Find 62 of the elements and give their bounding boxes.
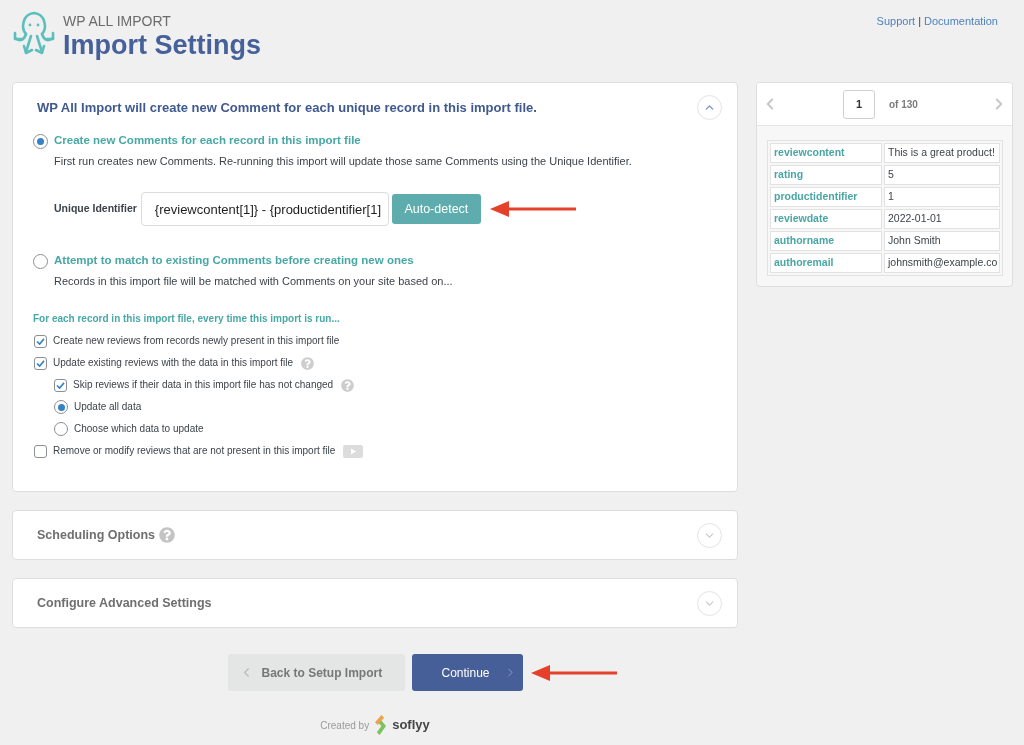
table-cell: productidentifier [770, 187, 882, 207]
video-icon[interactable] [343, 444, 364, 458]
option-description: First run creates new Comments. Re-running this import will update those same Comments using the Unique Identifier. [54, 154, 632, 169]
unique-identifier-field[interactable]: {reviewcontent[1]} - {productidentifier[1] [140, 192, 389, 226]
option-label: Create new reviews from records newly present in this import file [53, 334, 340, 348]
table-cell: 2022-01-01 [884, 209, 1000, 229]
option-label: Update existing reviews with the data in this import file [53, 356, 294, 370]
field-label: Unique Identifier [54, 201, 137, 217]
radio-label: Attempt to match to existing Comments before creating new ones [54, 253, 414, 269]
checkbox[interactable] [34, 356, 47, 370]
option-label: Choose which data to update [74, 422, 204, 436]
check-icon [36, 359, 45, 367]
radio-button[interactable] [54, 400, 68, 414]
panel-title: WP All Import will create new Comment for each unique record in this import file. [37, 98, 537, 117]
help-icon[interactable] [301, 356, 315, 370]
checkbox[interactable] [54, 378, 67, 392]
page-title: Import Settings [63, 30, 261, 61]
table-cell: reviewcontent [770, 143, 882, 163]
option-label: Update all data [74, 400, 142, 414]
table-cell: rating [770, 165, 882, 185]
option-label: Skip reviews if their data in this import file has not changed [73, 378, 334, 392]
record-count: of 130 [889, 97, 918, 112]
table-cell: 5 [884, 165, 1000, 185]
left-arrow-icon [530, 664, 617, 681]
octopus-logo [12, 10, 56, 56]
checkbox[interactable] [34, 334, 47, 348]
option-description: Records in this import file will be matched with Comments on your site based on... [54, 274, 453, 289]
checkbox[interactable] [34, 444, 47, 458]
help-icon[interactable] [159, 527, 176, 543]
options-heading: For each record in this import file, every time this import is run... [33, 312, 340, 326]
radio-label: Create new Comments for each record in this import file [54, 133, 361, 149]
check-icon [36, 337, 45, 345]
section-title[interactable]: Configure Advanced Settings [37, 593, 212, 613]
auto-detect-button[interactable]: Auto-detect [391, 194, 481, 224]
left-arrow-icon [489, 201, 576, 217]
collapse-toggle-button[interactable] [697, 95, 722, 120]
table-cell: authorname [770, 231, 882, 251]
header-link[interactable]: Support [876, 12, 916, 30]
radio-button[interactable] [33, 133, 48, 149]
option-label: Remove or modify reviews that are not present in this import file [53, 444, 336, 458]
table-cell: reviewdate [770, 209, 882, 229]
table-cell: authoremail [770, 253, 882, 273]
table-cell: 1 [884, 187, 1000, 207]
table-cell: John Smith [884, 231, 1000, 251]
s-logo-icon [373, 714, 389, 736]
table-cell: This is a great product! [884, 143, 1000, 163]
radio-button[interactable] [33, 253, 48, 269]
page-number-field[interactable]: 1 [843, 89, 875, 119]
check-icon [56, 381, 65, 389]
radio-button[interactable] [54, 422, 68, 436]
help-icon[interactable] [341, 378, 355, 392]
brand-name: WP ALL IMPORT [63, 13, 171, 30]
section-title[interactable]: Scheduling Options [37, 525, 156, 545]
collapse-toggle-button[interactable] [697, 590, 722, 616]
brand-wordmark: soflyy [392, 716, 430, 735]
collapse-toggle-button[interactable] [697, 522, 722, 548]
table-cell: johnsmith@example.co [884, 253, 1000, 273]
credit-text: Created by [320, 718, 370, 733]
continue-button[interactable]: Continue [411, 654, 523, 691]
back-button[interactable]: Back to Setup Import [227, 654, 405, 691]
header-link[interactable]: Documentation [924, 12, 998, 30]
link-separator: | [918, 13, 921, 29]
